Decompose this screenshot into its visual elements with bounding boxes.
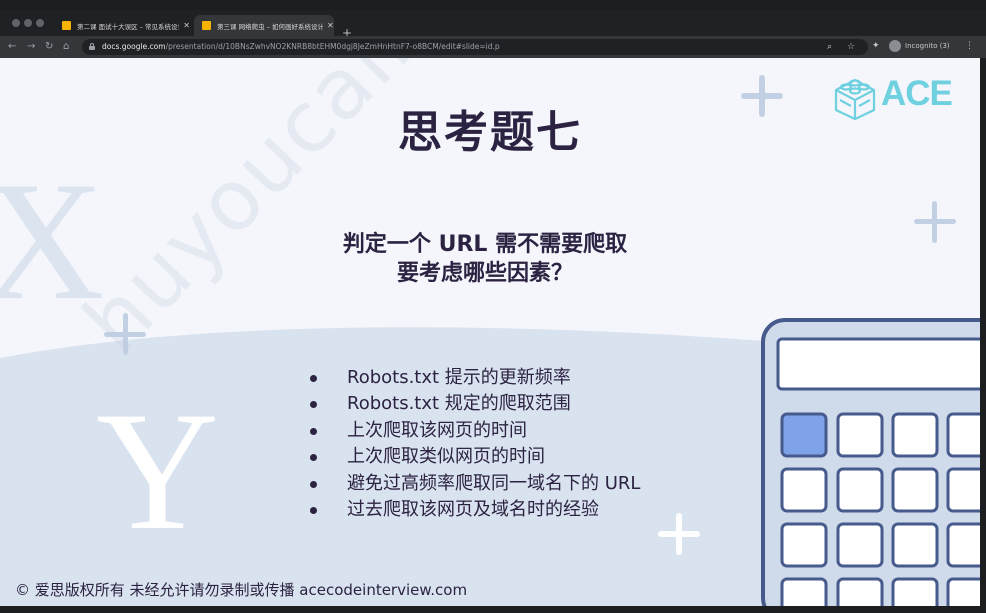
factor-bullet-list: Robots.txt 提示的更新频率 Robots.txt 规定的爬取范围 上次… xyxy=(310,365,640,523)
slide-title: 思考题七 xyxy=(398,107,582,158)
lock-icon xyxy=(89,43,95,50)
tab-title: 第三课 网络爬虫 – 如何画好系统设计... xyxy=(217,22,323,31)
home-icon[interactable]: ⌂ xyxy=(63,41,69,52)
browser-toolbar: ← → ↻ ⌂ docs.google.com/presentation/d/1… xyxy=(0,36,986,58)
list-item: 过去爬取该网页及域名时的经验 xyxy=(310,497,640,523)
window-minimize-dot[interactable] xyxy=(24,19,32,27)
bookmark-star-icon[interactable]: ☆ xyxy=(847,42,855,52)
incognito-avatar-icon[interactable] xyxy=(889,40,901,52)
incognito-label[interactable]: Incognito (3) xyxy=(905,42,950,50)
logo-text: ACE xyxy=(881,74,953,113)
browser-tab[interactable]: 第二课 面试十大误区 – 常见系统设计... ✕ xyxy=(54,15,190,36)
forward-arrow-icon[interactable]: → xyxy=(27,41,35,52)
list-item: Robots.txt 提示的更新频率 xyxy=(310,365,640,391)
lego-brick-logo-icon xyxy=(834,78,876,121)
list-item: 避免过高频率爬取同一域名下的 URL xyxy=(310,471,640,497)
window-zoom-dot[interactable] xyxy=(36,19,44,27)
tab-title: 第二课 面试十大误区 – 常见系统设计... xyxy=(77,22,180,31)
slides-favicon-icon xyxy=(62,21,71,30)
list-item: 上次爬取该网页的时间 xyxy=(310,418,640,444)
presentation-slide: X Y huyoucai.huxin ACE 思考题七 判定一个 URL 需不需… xyxy=(0,58,980,606)
bg-letter-y: Y xyxy=(96,377,219,565)
question-line: 判定一个 URL 需不需要爬取 xyxy=(342,232,628,257)
copyright-footer: © 爱思版权所有 未经允许请勿录制或传播 acecodeinterview.co… xyxy=(15,581,468,599)
back-arrow-icon[interactable]: ← xyxy=(8,41,16,52)
list-item: Robots.txt 规定的爬取范围 xyxy=(310,391,640,417)
reload-icon[interactable]: ↻ xyxy=(45,41,53,52)
window-close-dot[interactable] xyxy=(12,19,20,27)
browser-tab-strip: 第二课 面试十大误区 – 常见系统设计... ✕ 第三课 网络爬虫 – 如何画好… xyxy=(0,10,986,39)
extensions-puzzle-icon[interactable]: ✦ xyxy=(872,41,880,51)
question-text: 判定一个 URL 需不需要爬取 要考虑哪些因素？ xyxy=(290,230,680,288)
tab-close-icon[interactable]: ✕ xyxy=(183,21,190,30)
tab-close-icon[interactable]: ✕ xyxy=(327,21,334,30)
ace-logo: ACE xyxy=(832,72,972,122)
zoom-icon[interactable]: ⌕ xyxy=(827,42,832,52)
browser-tab-active[interactable]: 第三课 网络爬虫 – 如何画好系统设计... ✕ xyxy=(194,15,334,36)
question-line: 要考虑哪些因素？ xyxy=(396,261,573,286)
calculator-illustration xyxy=(761,318,980,606)
url-text: docs.google.com/presentation/d/10BNsZwhv… xyxy=(102,42,500,51)
address-bar[interactable]: docs.google.com/presentation/d/10BNsZwhv… xyxy=(82,39,868,55)
list-item: 上次爬取类似网页的时间 xyxy=(310,444,640,470)
slides-favicon-icon xyxy=(202,21,211,30)
menu-kebab-icon[interactable]: ⋮ xyxy=(965,41,974,51)
